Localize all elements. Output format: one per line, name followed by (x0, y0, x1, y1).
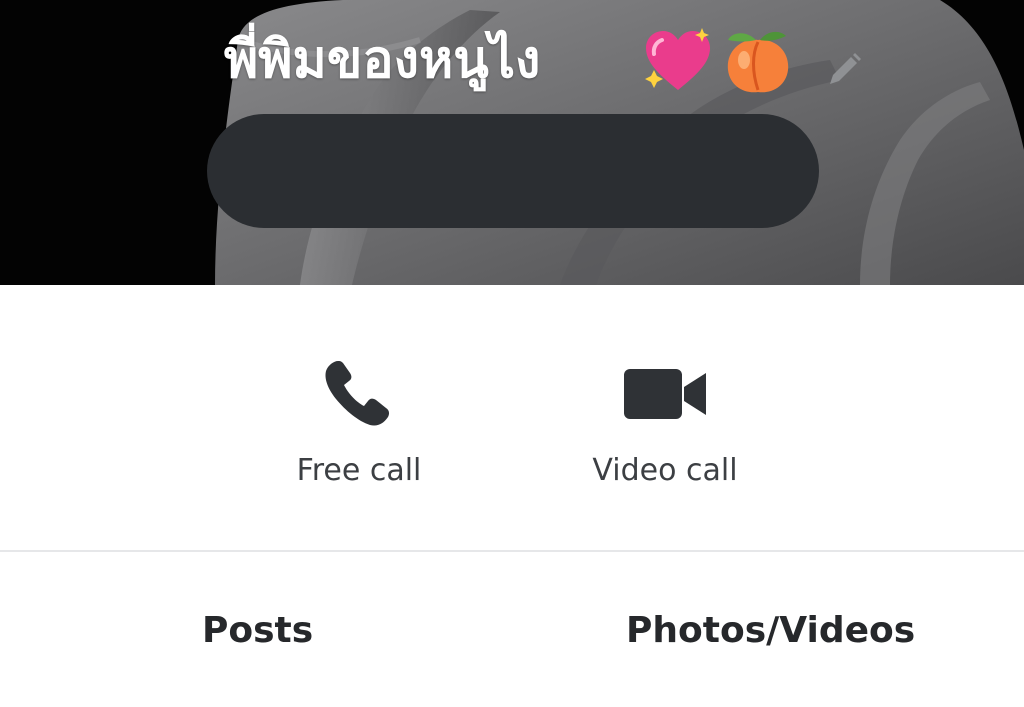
status-message-text (247, 114, 779, 228)
profile-name: พี่พิมของหนูไง (224, 30, 541, 90)
video-camera-icon (624, 369, 706, 419)
phone-icon (325, 361, 390, 426)
video-call-button[interactable]: Video call (580, 355, 750, 495)
profile-title-row: พี่พิมของหนูไง (0, 22, 1024, 102)
video-call-label: Video call (592, 453, 738, 488)
profile-cover: พี่พิมของหนูไง (0, 0, 1024, 285)
profile-screen: พี่พิมของหนูไง Free call Video call Post… (0, 0, 1024, 707)
pencil-icon[interactable] (824, 50, 864, 90)
free-call-button[interactable]: Free call (284, 355, 434, 495)
tab-photos-videos[interactable]: Photos/Videos (626, 606, 915, 656)
sparkling-heart-emoji (645, 28, 710, 90)
call-actions: Free call Video call (0, 285, 1024, 551)
tab-posts[interactable]: Posts (202, 606, 313, 656)
profile-tabs: Posts Photos/Videos (0, 552, 1024, 707)
peach-emoji (727, 31, 789, 93)
free-call-label: Free call (296, 453, 422, 488)
status-message-field[interactable] (207, 114, 819, 228)
